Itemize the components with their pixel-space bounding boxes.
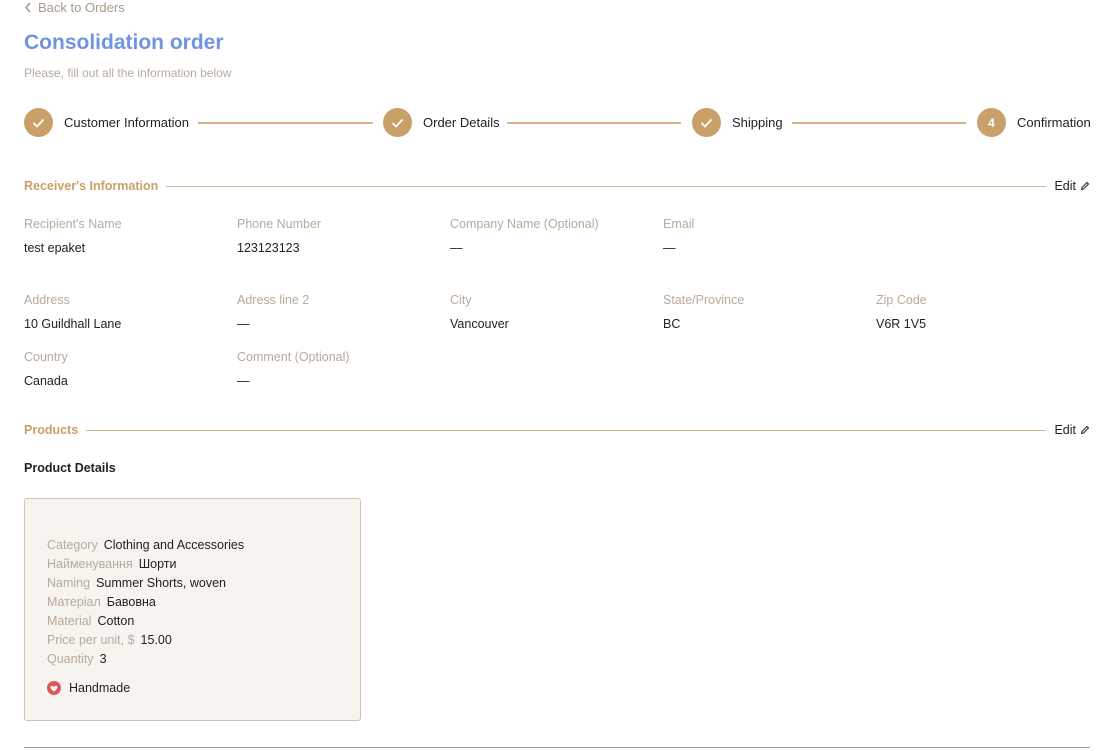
field-value: Vancouver xyxy=(450,317,509,331)
attribute-key: Quantity xyxy=(47,651,94,666)
edit-products-button[interactable]: Edit xyxy=(1054,423,1090,437)
step-number-circle: 4 xyxy=(977,108,1006,137)
section-title: Receiver's Information xyxy=(24,179,159,193)
product-attribute-row: Material Cotton xyxy=(47,611,244,630)
chevron-left-icon xyxy=(24,2,31,13)
handmade-label: Handmade xyxy=(69,681,131,695)
product-attribute-row: Матеріал Бавовна xyxy=(47,592,244,611)
field-value: — xyxy=(450,241,463,255)
field-label: Zip Code xyxy=(876,293,927,307)
field-label: Email xyxy=(663,217,695,231)
field-recipient-name: Recipient's Name test epaket xyxy=(24,217,122,255)
step-label: Shipping xyxy=(732,115,783,130)
back-to-orders-label: Back to Orders xyxy=(38,0,125,15)
field-label: Recipient's Name xyxy=(24,217,122,231)
field-address-line-2: Adress line 2 — xyxy=(237,293,309,331)
step-connector xyxy=(792,122,966,124)
field-value: 10 Guildhall Lane xyxy=(24,317,122,331)
field-label: Phone Number xyxy=(237,217,322,231)
field-email: Email — xyxy=(663,217,694,255)
edit-receiver-button[interactable]: Edit xyxy=(1054,179,1090,193)
edit-label: Edit xyxy=(1054,179,1076,193)
field-label: Country xyxy=(24,350,68,364)
field-value: BC xyxy=(663,317,681,331)
bottom-divider xyxy=(24,747,1090,748)
field-zip-code: Zip Code V6R 1V5 xyxy=(876,293,927,331)
field-label: Company Name (Optional) xyxy=(450,217,599,231)
field-value: Canada xyxy=(24,374,68,388)
heart-icon xyxy=(47,681,61,695)
step-customer-information[interactable]: Customer Information xyxy=(24,108,189,137)
back-to-orders-link[interactable]: Back to Orders xyxy=(24,0,125,15)
pencil-icon xyxy=(1080,425,1090,435)
field-country: Country Canada xyxy=(24,350,68,388)
step-confirmation[interactable]: 4 Confirmation xyxy=(977,108,1091,137)
pencil-icon xyxy=(1080,181,1090,191)
product-card: Category Clothing and Accessories Наймен… xyxy=(24,498,361,721)
products-section-header: Products Edit xyxy=(24,423,1090,437)
step-connector xyxy=(198,122,373,124)
attribute-value: Clothing and Accessories xyxy=(103,537,245,552)
product-attribute-row: Price per unit, $ 15.00 xyxy=(47,630,244,649)
check-icon xyxy=(700,118,713,128)
attribute-value: 15.00 xyxy=(140,632,172,647)
field-city: City Vancouver xyxy=(450,293,509,331)
page-title: Consolidation order xyxy=(24,31,224,54)
attribute-key: Найменування xyxy=(47,556,133,571)
field-label: Address xyxy=(24,293,70,307)
product-details-title: Product Details xyxy=(24,461,116,475)
attribute-key: Матеріал xyxy=(47,594,101,609)
attribute-key: Naming xyxy=(47,575,91,590)
product-attribute-row: Найменування Шорти xyxy=(47,554,244,573)
field-label: State/Province xyxy=(663,293,745,307)
attribute-value: Cotton xyxy=(97,613,135,628)
page-subtitle: Please, fill out all the information bel… xyxy=(24,66,232,80)
attribute-key: Price per unit, $ xyxy=(47,632,135,647)
field-value: V6R 1V5 xyxy=(876,317,927,331)
section-divider xyxy=(166,185,1047,187)
attribute-value: 3 xyxy=(99,651,107,666)
field-label: Adress line 2 xyxy=(237,293,310,307)
attribute-value: Шорти xyxy=(138,556,177,571)
field-value: — xyxy=(237,374,250,388)
step-done-circle xyxy=(24,108,53,137)
step-shipping[interactable]: Shipping xyxy=(692,108,783,137)
product-attribute-row: Quantity 3 xyxy=(47,649,244,668)
edit-label: Edit xyxy=(1054,423,1076,437)
step-connector xyxy=(507,122,681,124)
step-label: Confirmation xyxy=(1017,115,1091,130)
check-icon xyxy=(391,118,404,128)
attribute-value: Summer Shorts, woven xyxy=(96,575,226,590)
step-done-circle xyxy=(692,108,721,137)
product-attribute-row: Naming Summer Shorts, woven xyxy=(47,573,244,592)
attribute-value: Бавовна xyxy=(106,594,156,609)
product-attributes: Category Clothing and Accessories Наймен… xyxy=(47,535,244,668)
field-label: City xyxy=(450,293,472,307)
field-phone-number: Phone Number 123123123 xyxy=(237,217,321,255)
attribute-key: Category xyxy=(47,537,98,552)
field-value: test epaket xyxy=(24,241,86,255)
field-comment: Comment (Optional) — xyxy=(237,350,350,388)
step-label: Customer Information xyxy=(64,115,189,130)
step-label: Order Details xyxy=(423,115,500,130)
attribute-key: Material xyxy=(47,613,92,628)
field-value: — xyxy=(663,241,676,255)
field-label: Comment (Optional) xyxy=(237,350,350,364)
product-attribute-row: Category Clothing and Accessories xyxy=(47,535,244,554)
field-address: Address 10 Guildhall Lane xyxy=(24,293,121,331)
section-title: Products xyxy=(24,423,79,437)
receiver-section-header: Receiver's Information Edit xyxy=(24,179,1090,193)
field-company-name: Company Name (Optional) — xyxy=(450,217,599,255)
field-value: — xyxy=(237,317,250,331)
section-divider xyxy=(86,429,1047,431)
step-done-circle xyxy=(383,108,412,137)
field-value: 123123123 xyxy=(237,241,300,255)
order-stepper: Customer Information Order Details Shipp… xyxy=(24,108,1091,138)
check-icon xyxy=(32,118,45,128)
field-state-province: State/Province BC xyxy=(663,293,744,331)
handmade-badge: Handmade xyxy=(47,681,130,695)
step-order-details[interactable]: Order Details xyxy=(383,108,500,137)
